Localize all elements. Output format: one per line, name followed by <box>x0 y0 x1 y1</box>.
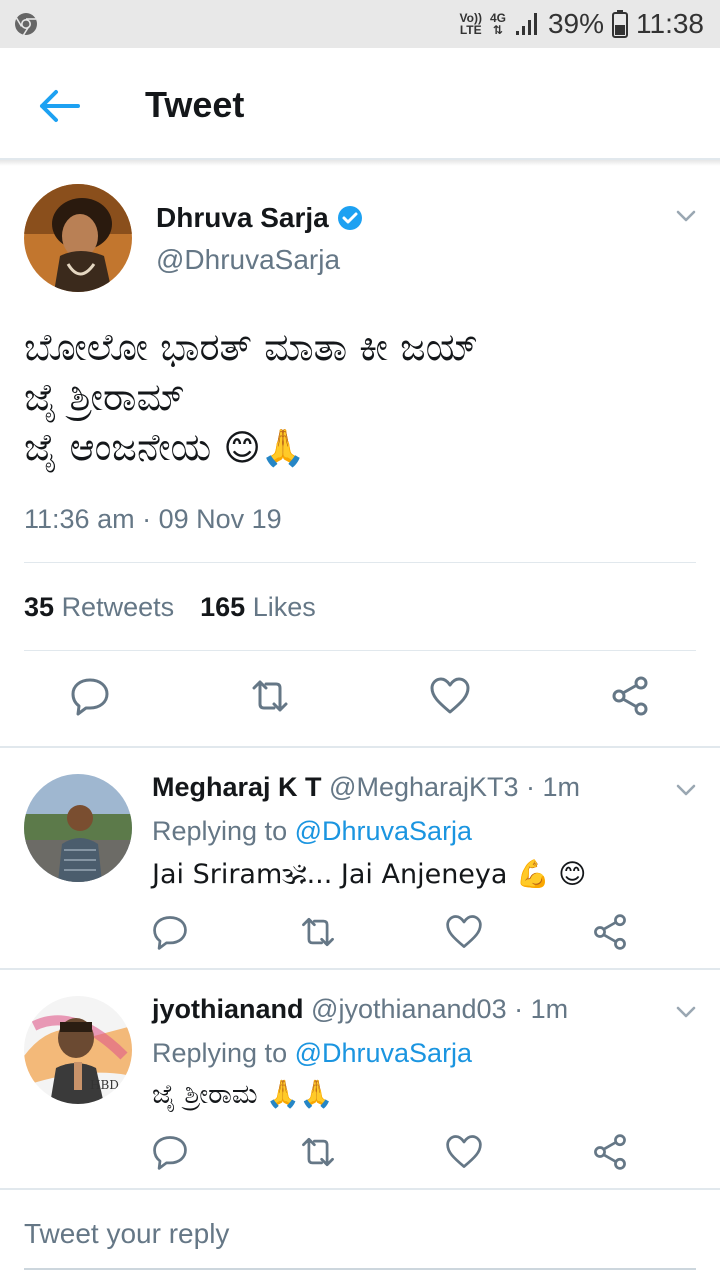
chevron-down-icon[interactable] <box>672 776 700 804</box>
clock: 11:38 <box>636 8 704 39</box>
reply-author-handle[interactable]: @jyothianand03 <box>311 994 507 1024</box>
chevron-down-icon[interactable] <box>672 998 700 1026</box>
reply-author-name[interactable]: jyothianand <box>152 994 304 1024</box>
volte-indicator: Vo)) LTE <box>459 11 482 37</box>
avatar[interactable]: HBD <box>24 996 132 1104</box>
retweets-stat[interactable]: 35 Retweets <box>24 592 174 623</box>
back-arrow-icon[interactable] <box>30 84 90 128</box>
reply-text: Jai Sriram🕉... Jai Anjeneya 💪 😊 <box>152 859 587 890</box>
chevron-down-icon[interactable] <box>672 202 700 230</box>
page-title: Tweet <box>145 84 245 125</box>
reply-actions <box>0 1132 720 1182</box>
user-handle[interactable]: @DhruvaSarja <box>156 244 340 276</box>
mention-link[interactable]: @DhruvaSarja <box>295 816 472 846</box>
retweet-icon[interactable] <box>298 1132 338 1172</box>
mention-link[interactable]: @DhruvaSarja <box>295 1038 472 1068</box>
main-tweet: Dhruva Sarja @DhruvaSarja ಬೋಲೋ ಭಾರತ್ ಮಾತ… <box>0 166 720 746</box>
avatar[interactable] <box>24 774 132 882</box>
replying-to: Replying to @DhruvaSarja <box>152 1038 473 1068</box>
heart-icon[interactable] <box>444 1132 484 1172</box>
tweet-line: ಜೈ ಆಂಜನೇಯ 😊🙏 <box>24 425 306 469</box>
divider <box>24 562 696 563</box>
share-icon[interactable] <box>590 912 630 952</box>
heart-icon[interactable] <box>428 674 472 718</box>
heart-icon[interactable] <box>444 912 484 952</box>
tweet-timestamp: 11:36 am · 09 Nov 19 <box>24 504 282 534</box>
reply-header: jyothianand @jyothianand03 · 1m <box>152 994 568 1025</box>
tweet-line: ಜೈ ಶ್ರೀರಾಮ್ <box>24 375 185 419</box>
reply-icon[interactable] <box>150 1132 190 1172</box>
likes-stat[interactable]: 165 Likes <box>200 592 316 623</box>
avatar[interactable] <box>24 184 132 292</box>
tweet-line: ಬೋಲೋ ಭಾರತ್ ಮಾತಾ ಕೀ ಜಯ್ <box>24 325 479 369</box>
tweet-stats: 35 Retweets 165 Likes <box>24 592 316 623</box>
reply-header: Megharaj K T @MegharajKT3 · 1m <box>152 772 580 803</box>
retweet-icon[interactable] <box>248 674 292 718</box>
reply-time: · 1m <box>518 772 581 802</box>
reply-tweet[interactable]: HBD jyothianand @jyothianand03 · 1m Repl… <box>0 970 720 1190</box>
app-header: Tweet <box>0 48 720 160</box>
reply-icon[interactable] <box>150 912 190 952</box>
divider <box>0 1188 720 1190</box>
reply-text: ಜೈ ಶ್ರೀರಾಮ 🙏🙏 <box>152 1079 334 1110</box>
retweet-icon[interactable] <box>298 912 338 952</box>
reply-actions <box>0 912 720 962</box>
battery-percent: 39% <box>547 8 604 39</box>
reply-icon[interactable] <box>68 674 112 718</box>
signal-icon <box>515 13 537 35</box>
divider <box>24 650 696 651</box>
reply-author-handle[interactable]: @MegharajKT3 <box>329 772 519 802</box>
share-icon[interactable] <box>608 674 652 718</box>
share-icon[interactable] <box>590 1132 630 1172</box>
reply-time: · 1m <box>506 994 569 1024</box>
reply-tweet[interactable]: Megharaj K T @MegharajKT3 · 1m Replying … <box>0 748 720 968</box>
reply-compose-input[interactable]: Tweet your reply <box>24 1218 229 1250</box>
status-bar: Vo)) LTE 4G ⇅ 39% 11:38 <box>0 0 720 48</box>
display-name[interactable]: Dhruva Sarja <box>156 202 363 234</box>
avatar-text: HBD <box>90 1078 119 1092</box>
emoji: 😊🙏 <box>223 428 306 469</box>
tweet-actions <box>0 674 720 724</box>
reply-author-name[interactable]: Megharaj K T <box>152 772 322 802</box>
compose-underline <box>24 1268 696 1270</box>
replying-to: Replying to @DhruvaSarja <box>152 816 473 846</box>
network-type: 4G ⇅ <box>489 11 506 37</box>
verified-badge-icon <box>337 206 362 230</box>
battery-icon <box>612 10 628 38</box>
tweet-text: ಬೋಲೋ ಭಾರತ್ ಮಾತಾ ಕೀ ಜಯ್ ಜೈ ಶ್ರೀರಾಮ್ ಜೈ ಆಂ… <box>24 322 704 474</box>
chrome-icon <box>15 13 37 36</box>
